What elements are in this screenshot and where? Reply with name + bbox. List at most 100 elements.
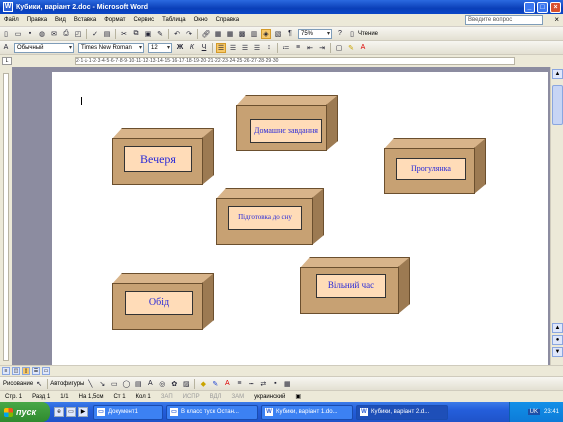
select-browse-object-icon[interactable]: ● (552, 335, 563, 345)
show-desktop-icon[interactable]: ▭ (66, 407, 76, 417)
maximize-button[interactable]: □ (537, 1, 548, 13)
box-free-time[interactable]: Вільний час (300, 257, 410, 314)
diagram-icon[interactable]: ◎ (157, 379, 167, 389)
box-label[interactable]: Підготовка до сну (228, 206, 302, 230)
status-ext[interactable]: ВДЛ (205, 394, 227, 400)
clipart-icon[interactable]: ✿ (169, 379, 179, 389)
fill-color-icon[interactable]: ◆ (198, 379, 208, 389)
insert-table-icon[interactable]: ▦ (225, 29, 235, 39)
border-icon[interactable]: ▢ (334, 43, 344, 53)
menu-window[interactable]: Окно (190, 17, 212, 23)
research-icon[interactable]: ▤ (102, 29, 112, 39)
picture-icon[interactable]: ▨ (181, 379, 191, 389)
task-document1[interactable]: ▭ Документ1 (93, 404, 163, 420)
help-icon[interactable]: ? (335, 29, 345, 39)
menu-format[interactable]: Формат (100, 17, 129, 23)
menu-view[interactable]: Вид (51, 17, 70, 23)
horizontal-scrollbar[interactable]: ≡ ◫ ▯ ☰ ▭ (0, 365, 563, 376)
horizontal-ruler[interactable]: L 2·1·🠗·1·2·3·4·5·6·7·8·9·10·11·12·13·14… (0, 55, 563, 67)
normal-view-icon[interactable]: ≡ (2, 367, 10, 375)
paste-icon[interactable]: ▣ (143, 29, 153, 39)
draw-font-color-icon[interactable]: A (222, 379, 232, 389)
underline-icon[interactable]: Ч (199, 43, 209, 53)
box-vecherya[interactable]: Вечеря (112, 128, 214, 185)
undo-icon[interactable]: ↶ (172, 29, 182, 39)
oval-icon[interactable]: ◯ (121, 379, 131, 389)
copy-icon[interactable]: ⧉ (131, 29, 141, 39)
media-player-icon[interactable]: ▶ (78, 407, 88, 417)
status-ovr[interactable]: ЗАМ (226, 394, 249, 400)
web-view-icon[interactable]: ◫ (12, 367, 20, 375)
keyboard-language[interactable]: UK (527, 409, 540, 415)
line-spacing-icon[interactable]: ↕ (264, 43, 274, 53)
print-icon[interactable]: ⎙ (61, 29, 71, 39)
select-objects-icon[interactable]: ↖ (34, 379, 44, 389)
task-word-doc-1[interactable]: W Кубики, варіант 1.do... (261, 404, 353, 420)
menu-file[interactable]: Файл (0, 17, 23, 23)
decrease-indent-icon[interactable]: ⇤ (305, 43, 315, 53)
numbering-icon[interactable]: ≔ (281, 43, 291, 53)
ask-question-input[interactable]: Введите вопрос (465, 15, 543, 25)
drawing-icon[interactable]: ◈ (261, 28, 271, 39)
document-page[interactable]: Вечеря Домашнє завдання Прогулянка Підго… (52, 72, 548, 365)
spelling-icon[interactable]: ✓ (90, 29, 100, 39)
box-label[interactable]: Обід (125, 291, 193, 315)
tables-borders-icon[interactable]: ▦ (213, 29, 223, 39)
previous-page-icon[interactable]: ▲ (552, 323, 563, 333)
line-color-icon[interactable]: ✎ (210, 379, 220, 389)
styles-pane-icon[interactable]: A (1, 43, 11, 53)
read-icon[interactable]: ▯ (347, 29, 357, 39)
hyperlink-icon[interactable]: 🔗︎ (201, 29, 211, 39)
rectangle-icon[interactable]: ▭ (109, 379, 119, 389)
clock[interactable]: 23:41 (544, 409, 559, 415)
box-label[interactable]: Вільний час (316, 274, 386, 298)
draw-menu[interactable]: Рисование (3, 381, 33, 387)
zoom-select[interactable]: 75% (298, 28, 332, 39)
align-right-icon[interactable]: ☰ (240, 43, 250, 53)
columns-icon[interactable]: ▥ (249, 29, 259, 39)
italic-icon[interactable]: К (187, 43, 197, 53)
text-box-icon[interactable]: ▤ (133, 379, 143, 389)
ie-icon[interactable]: e (54, 407, 64, 417)
reading-view-icon[interactable]: ▭ (42, 367, 50, 375)
outline-view-icon[interactable]: ☰ (32, 367, 40, 375)
font-color-icon[interactable]: A (358, 43, 368, 53)
close-button[interactable]: × (550, 1, 561, 13)
insert-excel-icon[interactable]: ▩ (237, 29, 247, 39)
box-homework[interactable]: Домашнє завдання (236, 95, 338, 151)
document-map-icon[interactable]: ▧ (273, 29, 283, 39)
font-select[interactable]: Times New Roman (78, 42, 144, 53)
menu-edit[interactable]: Правка (23, 17, 51, 23)
box-bedtime[interactable]: Підготовка до сну (216, 188, 324, 245)
menu-tools[interactable]: Сервис (130, 17, 159, 23)
scroll-up-icon[interactable]: ▲ (552, 69, 563, 79)
open-folder-icon[interactable]: ▭ (13, 29, 23, 39)
save-icon[interactable]: ▪ (25, 29, 35, 39)
start-button[interactable]: пуск (0, 402, 50, 422)
vertical-scrollbar[interactable]: ▲ ▲ ● ▼ (550, 67, 563, 365)
spelling-status-icon[interactable]: ▣ (290, 393, 306, 400)
menu-help[interactable]: Справка (212, 17, 244, 23)
arrow-style-icon[interactable]: ⇄ (258, 379, 268, 389)
word-app-icon[interactable]: W (3, 2, 13, 12)
menu-insert[interactable]: Вставка (70, 17, 100, 23)
vertical-ruler[interactable] (0, 67, 12, 365)
format-painter-icon[interactable]: ✎ (155, 29, 165, 39)
new-document-icon[interactable]: ▯ (1, 29, 11, 39)
email-icon[interactable]: ✉ (49, 29, 59, 39)
print-layout-icon[interactable]: ▯ (22, 367, 30, 375)
read-button[interactable]: Чтение (358, 31, 378, 37)
wordart-icon[interactable]: A (145, 379, 155, 389)
3d-icon[interactable]: ▦ (282, 379, 292, 389)
autoshapes-menu[interactable]: Автофигуры (50, 381, 84, 387)
box-label[interactable]: Прогулянка (396, 158, 466, 180)
increase-indent-icon[interactable]: ⇥ (317, 43, 327, 53)
print-preview-icon[interactable]: ◰ (73, 29, 83, 39)
bold-icon[interactable]: Ж (175, 43, 185, 53)
box-lunch[interactable]: Обід (112, 273, 214, 330)
font-size-select[interactable]: 12 (148, 42, 172, 53)
status-trk[interactable]: ИСПР (178, 394, 205, 400)
line-icon[interactable]: ╲ (85, 379, 95, 389)
menu-table[interactable]: Таблица (158, 17, 190, 23)
line-style-icon[interactable]: ≡ (234, 379, 244, 389)
